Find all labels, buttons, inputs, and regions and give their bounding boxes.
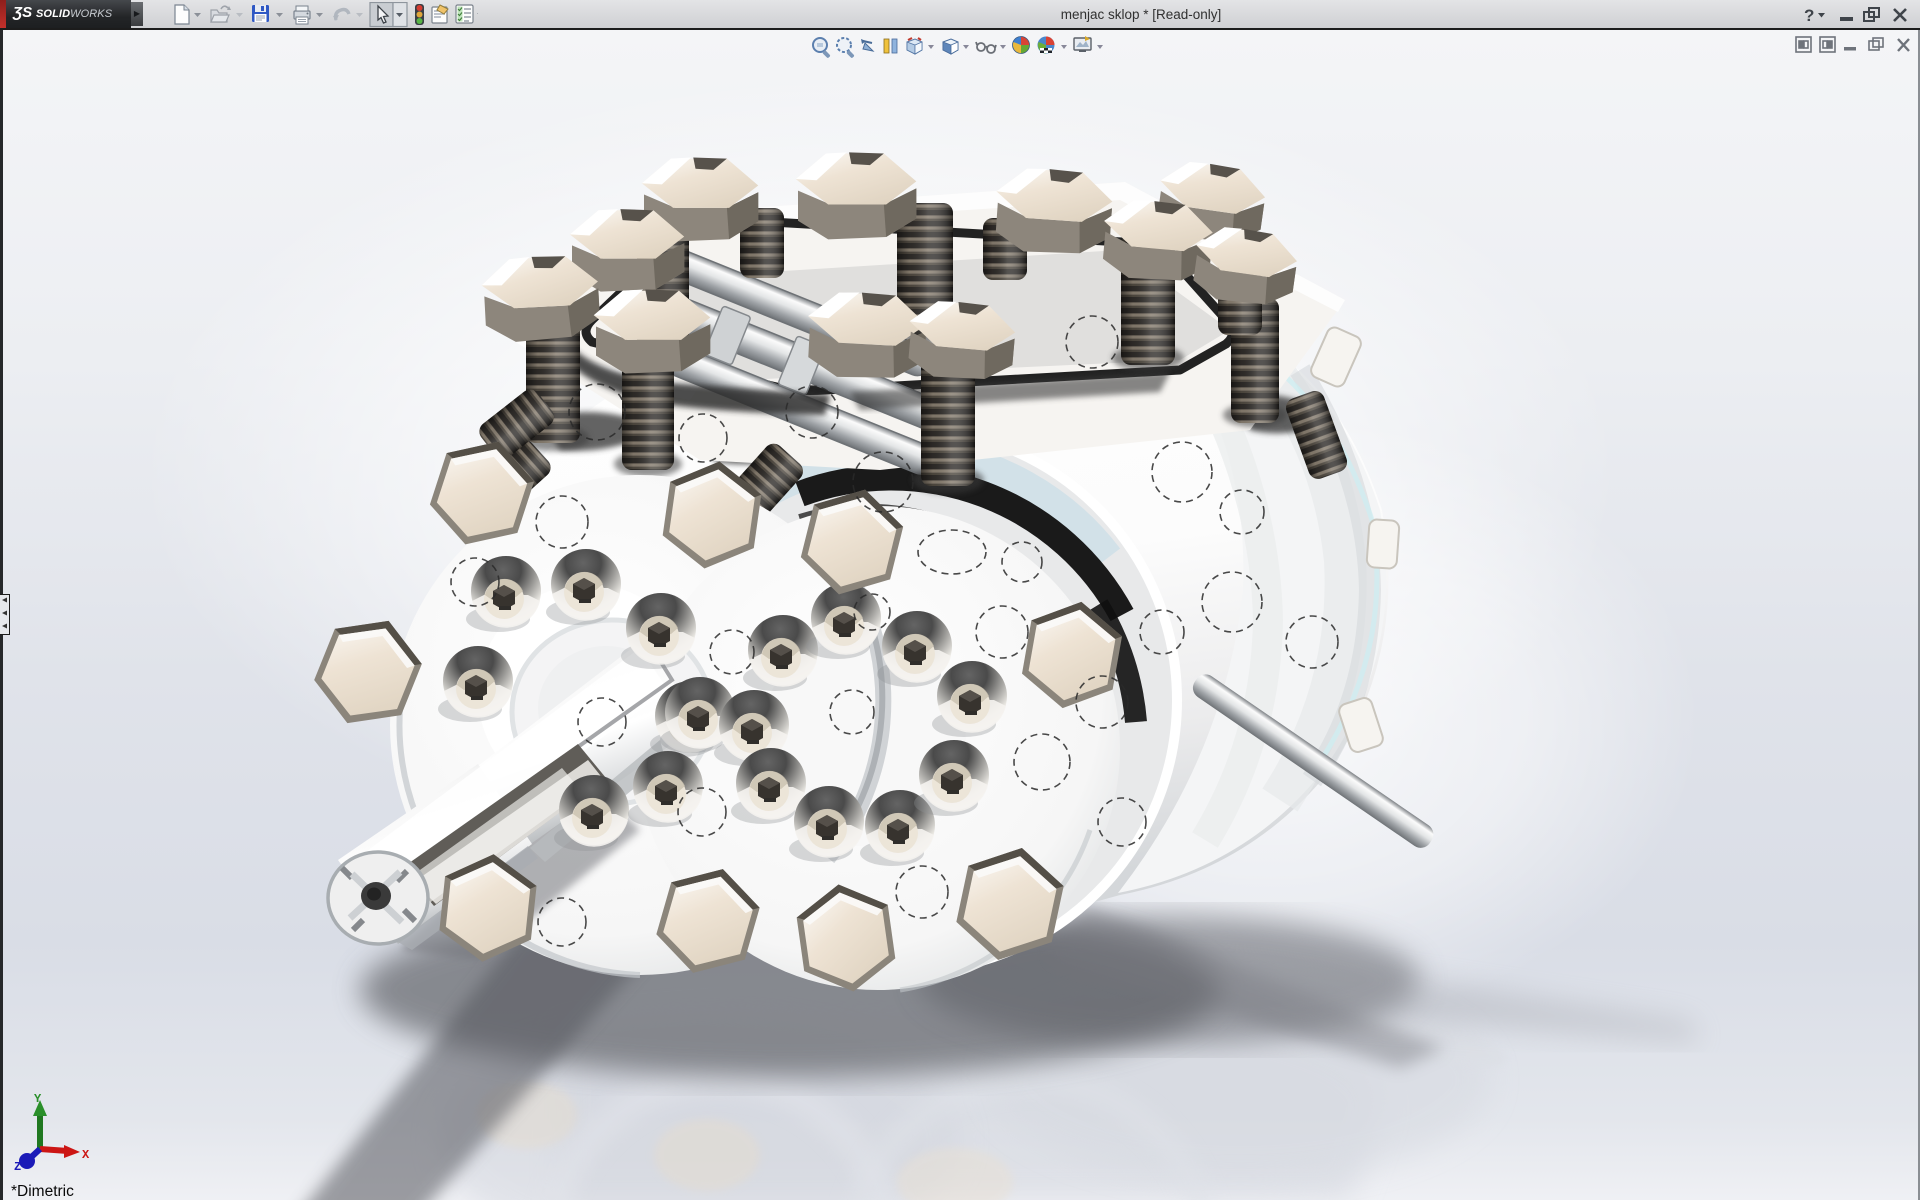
- svg-text:Z: Z: [14, 1160, 21, 1170]
- svg-text:X: X: [82, 1148, 90, 1162]
- svg-text:?: ?: [1804, 6, 1814, 25]
- svg-text:Y: Y: [34, 1092, 42, 1106]
